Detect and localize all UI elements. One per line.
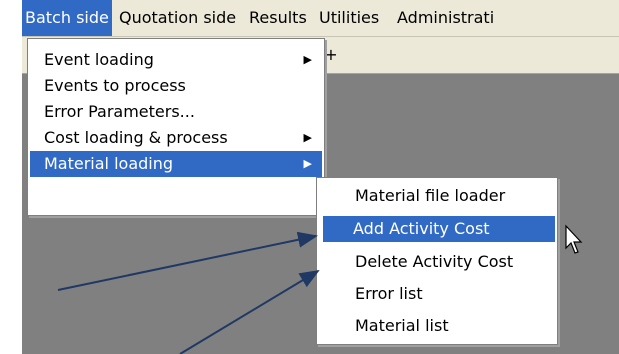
- annotation-arrow: [57, 231, 318, 291]
- annotation-overlay: [57, 224, 583, 354]
- mouse-cursor-icon: [565, 224, 583, 254]
- annotation-arrow: [179, 269, 320, 354]
